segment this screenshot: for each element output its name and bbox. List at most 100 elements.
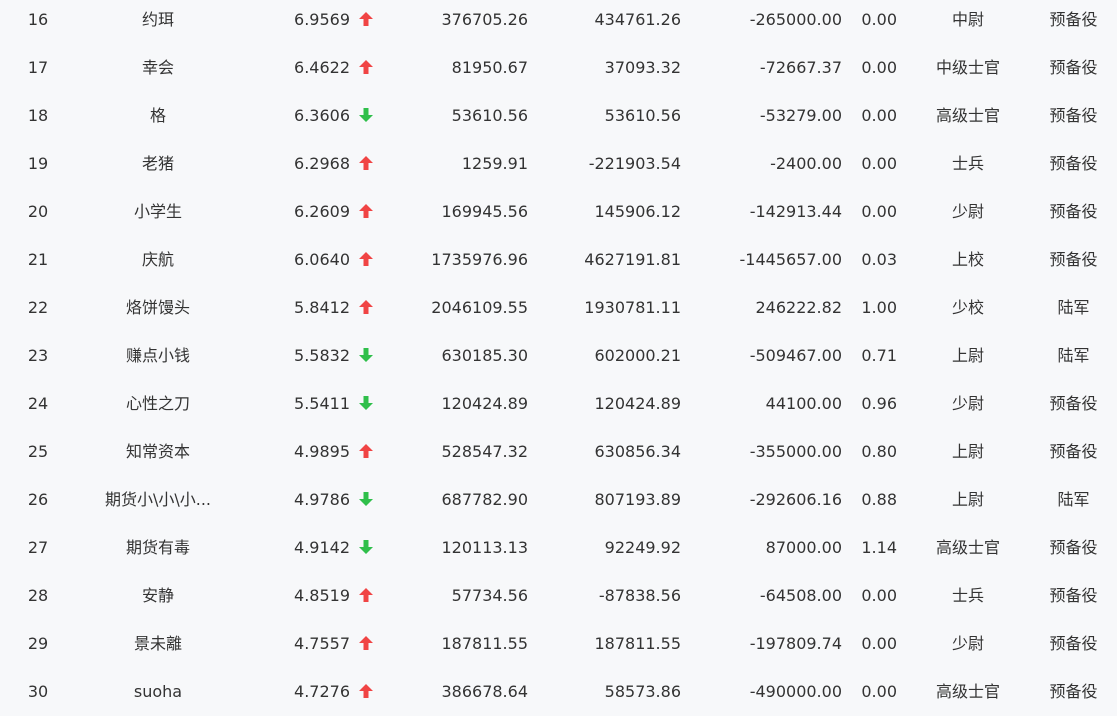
trend-cell xyxy=(358,524,378,572)
name-cell: suoha xyxy=(133,682,183,701)
name-cell: 约珥 xyxy=(141,10,174,29)
score-cell: 6.4622 xyxy=(294,58,350,77)
trend-arrow-shape xyxy=(359,108,373,122)
trend-arrow-shape xyxy=(359,252,373,266)
trend-arrow-shape xyxy=(359,444,373,458)
rank-title-cell: 少尉 xyxy=(951,394,984,413)
trend-cell xyxy=(358,236,378,284)
rank-cell: 21 xyxy=(27,250,49,269)
trend-cell xyxy=(358,668,378,716)
name-cell: 景未離 xyxy=(133,634,182,653)
rank-title-cell: 上尉 xyxy=(951,346,984,365)
trend-arrow-shape xyxy=(359,204,373,218)
ratio-cell: 0.00 xyxy=(861,586,897,605)
trend-arrow-shape xyxy=(359,12,373,26)
ratio-cell: 0.00 xyxy=(861,634,897,653)
branch-cell: 预备役 xyxy=(1049,250,1098,269)
branch-cell: 陆军 xyxy=(1057,298,1090,317)
rank-title-cell: 高级士官 xyxy=(935,106,1000,125)
arrow-up-icon xyxy=(359,684,373,698)
name-cell: 烙饼馒头 xyxy=(125,298,190,317)
ratio-cell: 1.00 xyxy=(861,298,897,317)
rank-cell: 23 xyxy=(27,346,49,365)
value-3-cell: -509467.00 xyxy=(749,346,842,365)
arrow-down-icon xyxy=(359,396,373,410)
rank-cell: 24 xyxy=(27,394,49,413)
branch-cell: 预备役 xyxy=(1049,394,1098,413)
rank-cell: 18 xyxy=(27,106,49,125)
trend-arrow-shape xyxy=(359,156,373,170)
rank-cell: 20 xyxy=(27,202,49,221)
ratio-cell: 0.80 xyxy=(861,442,897,461)
ratio-cell: 1.14 xyxy=(861,538,897,557)
rank-cell: 19 xyxy=(27,154,49,173)
branch-cell: 预备役 xyxy=(1049,442,1098,461)
score-cell: 4.9142 xyxy=(294,538,350,557)
trend-arrow-shape xyxy=(359,492,373,506)
value-3-cell: -265000.00 xyxy=(749,10,842,29)
ratio-cell: 0.88 xyxy=(861,490,897,509)
table-row: 23 赚点小钱 5.5832 630185.30 602000.21 -5094… xyxy=(0,332,1117,380)
arrow-down-icon xyxy=(359,348,373,362)
branch-cell: 预备役 xyxy=(1049,682,1098,701)
branch-cell: 预备役 xyxy=(1049,634,1098,653)
trend-cell xyxy=(358,620,378,668)
table-row: 24 心性之刀 5.5411 120424.89 120424.89 44100… xyxy=(0,380,1117,428)
branch-cell: 预备役 xyxy=(1049,586,1098,605)
value-2-cell: -221903.54 xyxy=(588,154,681,173)
score-cell: 6.2968 xyxy=(294,154,350,173)
ranking-table: 16 约珥 6.9569 376705.26 434761.26 -265000… xyxy=(0,0,1117,711)
trend-cell xyxy=(358,572,378,620)
rank-title-cell: 中尉 xyxy=(951,10,984,29)
score-cell: 5.8412 xyxy=(294,298,350,317)
value-2-cell: 187811.55 xyxy=(594,634,681,653)
score-cell: 6.2609 xyxy=(294,202,350,221)
value-2-cell: 53610.56 xyxy=(604,106,681,125)
rank-title-cell: 少尉 xyxy=(951,634,984,653)
trend-arrow-shape xyxy=(359,636,373,650)
score-cell: 4.9786 xyxy=(294,490,350,509)
rank-cell: 25 xyxy=(27,442,49,461)
rank-cell: 22 xyxy=(27,298,49,317)
rank-title-cell: 少校 xyxy=(951,298,984,317)
trend-cell xyxy=(358,0,378,44)
table-row: 26 期货小\小\小... 4.9786 687782.90 807193.89… xyxy=(0,476,1117,524)
value-2-cell: 58573.86 xyxy=(604,682,681,701)
value-3-cell: -490000.00 xyxy=(749,682,842,701)
rank-cell: 16 xyxy=(27,10,49,29)
arrow-up-icon xyxy=(359,588,373,602)
value-1-cell: 1735976.96 xyxy=(431,250,528,269)
branch-cell: 预备役 xyxy=(1049,202,1098,221)
score-cell: 5.5832 xyxy=(294,346,350,365)
table-row: 30 suoha 4.7276 386678.64 58573.86 -4900… xyxy=(0,668,1117,716)
arrow-up-icon xyxy=(359,156,373,170)
score-cell: 4.7557 xyxy=(294,634,350,653)
score-cell: 5.5411 xyxy=(294,394,350,413)
rank-cell: 26 xyxy=(27,490,49,509)
rank-title-cell: 少尉 xyxy=(951,202,984,221)
trend-arrow-shape xyxy=(359,396,373,410)
name-cell: 赚点小钱 xyxy=(125,346,190,365)
table-row: 22 烙饼馒头 5.8412 2046109.55 1930781.11 246… xyxy=(0,284,1117,332)
name-cell: 老猪 xyxy=(141,154,174,173)
branch-cell: 预备役 xyxy=(1049,10,1098,29)
table-row: 18 格 6.3606 53610.56 53610.56 -53279.00 … xyxy=(0,92,1117,140)
value-2-cell: 434761.26 xyxy=(594,10,681,29)
trend-arrow-shape xyxy=(359,684,373,698)
arrow-up-icon xyxy=(359,204,373,218)
arrow-up-icon xyxy=(359,636,373,650)
name-cell: 幸会 xyxy=(141,58,174,77)
ratio-cell: 0.00 xyxy=(861,10,897,29)
trend-arrow-shape xyxy=(359,588,373,602)
value-3-cell: -142913.44 xyxy=(749,202,842,221)
branch-cell: 陆军 xyxy=(1057,490,1090,509)
table-row: 21 庆航 6.0640 1735976.96 4627191.81 -1445… xyxy=(0,236,1117,284)
rank-title-cell: 士兵 xyxy=(951,586,984,605)
value-1-cell: 169945.56 xyxy=(441,202,528,221)
arrow-down-icon xyxy=(359,540,373,554)
rank-title-cell: 高级士官 xyxy=(935,538,1000,557)
score-cell: 6.9569 xyxy=(294,10,350,29)
rank-title-cell: 中级士官 xyxy=(935,58,1000,77)
trend-cell xyxy=(358,332,378,380)
ratio-cell: 0.71 xyxy=(861,346,897,365)
